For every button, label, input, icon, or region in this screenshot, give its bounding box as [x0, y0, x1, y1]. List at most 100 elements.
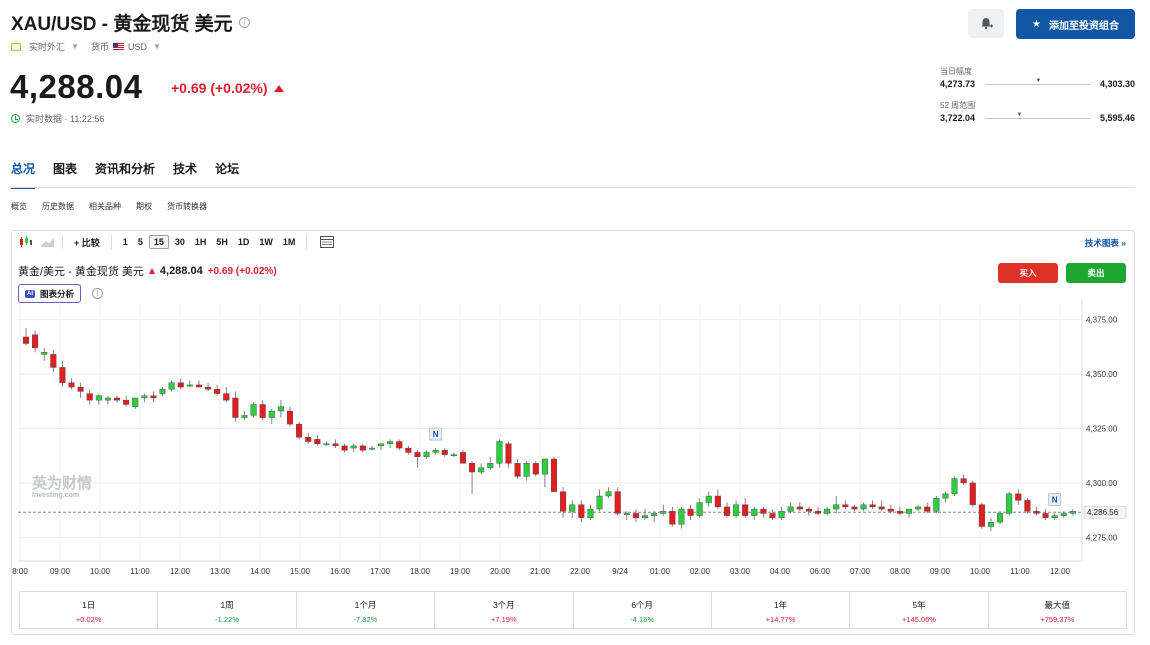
candle-body — [669, 511, 676, 525]
candle-body — [896, 511, 903, 514]
interval-1[interactable]: 1 — [119, 236, 132, 248]
toolbar-divider — [110, 235, 112, 249]
add-to-portfolio-button[interactable]: ★ 添加至投资组合 — [1016, 9, 1135, 39]
candle-body — [541, 458, 548, 475]
performance-value: +14.77% — [765, 615, 796, 624]
candle-body — [769, 513, 776, 518]
candle-body — [951, 478, 958, 495]
tab-news-analysis[interactable]: 资讯和分析 — [95, 160, 155, 189]
interval-30[interactable]: 30 — [171, 236, 189, 248]
currency-dropdown[interactable]: USD — [128, 42, 147, 52]
x-tick-label: 03:00 — [730, 567, 751, 576]
candle-body — [350, 445, 357, 449]
clock-icon — [11, 114, 20, 123]
candle-body — [860, 504, 867, 510]
candle-body — [778, 511, 785, 518]
candle-body — [723, 506, 730, 516]
candle-body — [924, 506, 931, 512]
info-icon[interactable]: i — [92, 288, 103, 299]
tab-chart[interactable]: 图表 — [53, 160, 77, 189]
subtab-currency-converter[interactable]: 货币转换器 — [167, 201, 207, 212]
candle-body — [68, 382, 75, 388]
price-change: +0.69 (+0.02%) — [171, 80, 284, 96]
ai-analysis-label: 图表分析 — [40, 288, 75, 299]
x-tick-label: 09:00 — [930, 567, 951, 576]
interval-15[interactable]: 15 — [148, 235, 169, 249]
sell-button[interactable]: 卖出 — [1066, 263, 1126, 283]
candle-body — [660, 511, 667, 514]
compare-button[interactable]: + 比较 — [70, 235, 104, 250]
chart-price: 4,288.04 — [159, 265, 203, 277]
subtab-historical-data[interactable]: 历史数据 — [42, 201, 74, 212]
chevron-down-icon[interactable]: ▼ — [153, 42, 161, 51]
area-chart-icon[interactable] — [40, 235, 56, 249]
x-tick-label: 12:00 — [1050, 567, 1071, 576]
candle-body — [842, 504, 849, 508]
news-marker-label: N — [433, 430, 439, 439]
day-range-low: 4,273.73 — [940, 79, 976, 89]
table-view-icon[interactable] — [319, 235, 335, 249]
main-tabs: 总况 图表 资讯和分析 技术 论坛 — [11, 160, 239, 189]
technical-chart-link[interactable]: 技术图表 » — [1085, 237, 1126, 249]
subtab-related[interactable]: 相关品种 — [89, 201, 121, 212]
candle-body — [569, 504, 576, 512]
candle-body — [104, 397, 111, 401]
interval-1h[interactable]: 1H — [191, 236, 211, 248]
candle-body — [642, 515, 649, 518]
chart-toolbar: + 比较 1 5 15 30 1H 5H 1D 1W 1M 技术图表 » — [12, 231, 1134, 253]
add-alert-button[interactable] — [968, 9, 1004, 38]
performance-cell[interactable]: 最大值 +759.37% — [989, 592, 1126, 628]
performance-value: +145.06% — [901, 615, 936, 624]
candle-body — [833, 504, 840, 510]
candle-body — [323, 443, 330, 446]
performance-cell[interactable]: 5年 +145.06% — [850, 592, 989, 628]
instrument-meta: 实时外汇 ▼ 货币 USD ▼ — [11, 40, 169, 53]
week52-range-high: 5,595.46 — [1099, 113, 1135, 123]
candle-body — [450, 454, 457, 457]
candle-body — [232, 397, 239, 418]
candle-body — [942, 493, 949, 499]
performance-strip: 1日 +0.02% 1周 -1.22% 1个月 -7.82% 3个月 +7.19% 6个月 -4.… — [19, 591, 1127, 629]
x-tick-label: 14:00 — [250, 567, 271, 576]
candle-body — [32, 334, 39, 349]
x-tick-label: 12:00 — [170, 567, 191, 576]
info-icon[interactable]: i — [238, 17, 250, 28]
candlestick-icon[interactable] — [18, 235, 34, 249]
last-price-label: 4,286.56 — [1087, 508, 1119, 517]
candle-body — [705, 495, 712, 503]
candle-body — [915, 506, 922, 510]
candle-body — [514, 463, 521, 477]
candle-body — [1069, 511, 1076, 514]
buy-button[interactable]: 买入 — [998, 263, 1058, 283]
performance-cell[interactable]: 1年 +14.77% — [712, 592, 851, 628]
ai-chart-analysis-button[interactable]: AI 图表分析 — [18, 284, 82, 303]
price-chart[interactable]: 4,375.00 4,350.00 4,325.00 4,300.00 4,275.00… — [12, 231, 1136, 591]
tab-overview[interactable]: 总况 — [11, 160, 36, 189]
performance-cell[interactable]: 1日 +0.02% — [20, 592, 159, 628]
performance-cell[interactable]: 1周 -1.22% — [158, 592, 297, 628]
market-type-dropdown[interactable]: 实时外汇 — [29, 40, 65, 53]
interval-1w[interactable]: 1W — [255, 236, 277, 248]
interval-5[interactable]: 5 — [134, 236, 147, 248]
interval-1d[interactable]: 1D — [234, 236, 254, 248]
candle-body — [314, 439, 321, 444]
interval-5h[interactable]: 5H — [212, 236, 232, 248]
chart-change: +0.69 (+0.02%) — [207, 265, 277, 277]
candle-body — [906, 508, 913, 514]
candle-body — [332, 443, 339, 447]
tab-forum[interactable]: 论坛 — [215, 160, 239, 189]
x-tick-label: 17:00 — [370, 567, 391, 576]
y-tick-label: 4,275.00 — [1086, 533, 1118, 542]
subtab-overview[interactable]: 概览 — [11, 201, 27, 212]
candle-body — [532, 463, 539, 475]
candle-body — [687, 508, 694, 516]
subtab-options[interactable]: 期权 — [136, 201, 152, 212]
chevron-down-icon[interactable]: ▼ — [71, 42, 79, 51]
interval-1m[interactable]: 1M — [279, 236, 300, 248]
performance-cell[interactable]: 1个月 -7.82% — [297, 592, 436, 628]
candle-body — [95, 395, 102, 401]
tab-technical[interactable]: 技术 — [173, 160, 197, 189]
performance-cell[interactable]: 6个月 -4.16% — [574, 592, 712, 628]
candle-body — [678, 508, 685, 525]
performance-cell[interactable]: 3个月 +7.19% — [435, 592, 574, 628]
